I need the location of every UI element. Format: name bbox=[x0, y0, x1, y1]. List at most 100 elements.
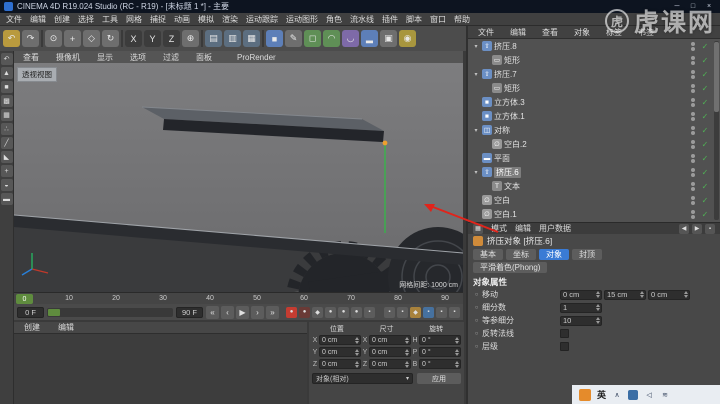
environment-icon[interactable]: ▂ bbox=[361, 30, 378, 47]
size-field[interactable]: 0 cm bbox=[369, 359, 411, 369]
spinner[interactable] bbox=[405, 336, 409, 344]
coordinate-mode-dropdown[interactable]: 对象(相对) ▾ bbox=[312, 373, 413, 384]
menu-item[interactable]: 动画 bbox=[170, 14, 194, 25]
object-row[interactable]: ■ 立方体.1 ✓ bbox=[468, 109, 720, 123]
scrollbar-thumb[interactable] bbox=[714, 42, 719, 112]
spinner[interactable] bbox=[355, 348, 359, 356]
viewport-panel[interactable]: 查看 摄像机 显示 选项 过滤 面板 ProRender 透视视图 网格间距: … bbox=[14, 51, 463, 292]
object-row[interactable]: T 文本 ✓ bbox=[468, 179, 720, 193]
scale-tool-icon[interactable]: ◇ bbox=[83, 30, 100, 47]
menu-item[interactable]: 渲染 bbox=[218, 14, 242, 25]
render-settings-icon[interactable]: ▦ bbox=[243, 30, 260, 47]
mode-grid-icon[interactable]: ▦ bbox=[473, 223, 483, 234]
primitive-cube-icon[interactable]: ■ bbox=[266, 30, 283, 47]
object-name[interactable]: 矩形 bbox=[504, 55, 520, 66]
next-frame-button[interactable]: › bbox=[251, 305, 264, 319]
object-name[interactable]: 挤压.7 bbox=[494, 69, 517, 80]
move-y-field[interactable]: 15 cm bbox=[604, 289, 646, 300]
edges-mode-icon[interactable]: ╱ bbox=[0, 137, 13, 149]
render-picture-viewer-icon[interactable]: ▥ bbox=[224, 30, 241, 47]
workplane-toggle-icon[interactable]: ▪ bbox=[423, 306, 434, 318]
spinner[interactable] bbox=[405, 348, 409, 356]
prev-frame-button[interactable]: ‹ bbox=[221, 305, 234, 319]
object-name[interactable]: 空白.1 bbox=[494, 209, 517, 220]
make-editable-icon[interactable]: ▲ bbox=[0, 67, 13, 79]
anim-dot-icon[interactable]: ○ bbox=[473, 305, 480, 311]
rotate-tool-icon[interactable]: ↻ bbox=[102, 30, 119, 47]
object-manager-menu-item[interactable]: 标签 bbox=[602, 27, 626, 38]
workplane-lock-icon[interactable]: ▬ bbox=[0, 193, 13, 205]
enabled-check-icon[interactable]: ✓ bbox=[700, 154, 710, 163]
snap-mode-icon[interactable]: ◒ bbox=[0, 179, 13, 191]
menu-item[interactable]: 捕捉 bbox=[146, 14, 170, 25]
magnet-snap-icon[interactable]: ◆ bbox=[410, 306, 421, 318]
deformer-icon[interactable]: ◡ bbox=[342, 30, 359, 47]
expander-icon[interactable]: ▾ bbox=[472, 169, 480, 176]
attribute-tab[interactable]: 对象 bbox=[539, 249, 569, 260]
visibility-toggles[interactable] bbox=[691, 167, 695, 177]
object-manager-menu-item[interactable]: 书签 bbox=[634, 27, 658, 38]
size-field[interactable]: 0 cm bbox=[369, 335, 411, 345]
history-back-icon[interactable]: ◀ bbox=[679, 223, 689, 234]
object-row[interactable]: ▭ 矩形 ✓ bbox=[468, 81, 720, 95]
menu-item[interactable]: 网格 bbox=[122, 14, 146, 25]
separator[interactable] bbox=[41, 30, 43, 47]
object-name[interactable]: 矩形 bbox=[504, 83, 520, 94]
notification-icon[interactable] bbox=[628, 389, 639, 400]
menu-item[interactable]: 帮助 bbox=[450, 14, 474, 25]
visibility-toggles[interactable] bbox=[691, 83, 695, 93]
quantize-icon[interactable]: ▪ bbox=[436, 306, 447, 318]
x-axis-lock-icon[interactable]: X bbox=[125, 30, 142, 47]
rotation-field[interactable]: 0 ° bbox=[419, 359, 461, 369]
volume-icon[interactable]: ◁ bbox=[644, 390, 654, 400]
spinner[interactable] bbox=[455, 348, 459, 356]
play-button[interactable]: ▶ bbox=[236, 305, 249, 319]
enabled-check-icon[interactable]: ✓ bbox=[700, 42, 710, 51]
attribute-tab[interactable]: 坐标 bbox=[506, 249, 536, 260]
menu-item[interactable]: 窗口 bbox=[426, 14, 450, 25]
expander-icon[interactable]: ▾ bbox=[472, 43, 480, 50]
timeline-playhead[interactable]: 0 bbox=[16, 294, 33, 304]
generator-icon[interactable]: ◠ bbox=[323, 30, 340, 47]
visibility-toggles[interactable] bbox=[691, 55, 695, 65]
object-row[interactable]: ▾ ⇧ 挤压.8 ✓ bbox=[468, 39, 720, 53]
object-name[interactable]: 文本 bbox=[504, 181, 520, 192]
points-mode-icon[interactable]: ∴ bbox=[0, 123, 13, 135]
enable-axis-icon[interactable]: + bbox=[0, 165, 13, 177]
object-row[interactable]: ▬ 平面 ✓ bbox=[468, 151, 720, 165]
render-view-icon[interactable]: ▤ bbox=[205, 30, 222, 47]
visibility-toggles[interactable] bbox=[691, 153, 695, 163]
menu-item[interactable]: 创建 bbox=[50, 14, 74, 25]
record-keyframe-icon[interactable]: ● bbox=[286, 306, 297, 318]
object-row[interactable]: ▾ ⇧ 挤压.7 ✓ bbox=[468, 67, 720, 81]
move-x-field[interactable]: 0 cm bbox=[560, 289, 602, 300]
network-icon[interactable]: ≋ bbox=[660, 390, 670, 400]
rotation-field[interactable]: 0 ° bbox=[419, 347, 461, 357]
playback-mode-icon[interactable]: ▪ bbox=[384, 306, 395, 318]
viewport-menu-item[interactable]: 选项 bbox=[126, 52, 150, 63]
menu-item[interactable]: 插件 bbox=[378, 14, 402, 25]
menu-item[interactable]: 脚本 bbox=[402, 14, 426, 25]
enabled-check-icon[interactable]: ✓ bbox=[700, 70, 710, 79]
anim-dot-icon[interactable]: ○ bbox=[473, 318, 480, 324]
object-name[interactable]: 挤压.8 bbox=[494, 41, 517, 52]
expander-icon[interactable]: ▾ bbox=[472, 71, 480, 78]
range-slider-thumb[interactable] bbox=[48, 308, 60, 316]
attribute-tab[interactable]: 封顶 bbox=[572, 249, 602, 260]
redo-icon[interactable]: ↷ bbox=[22, 30, 39, 47]
object-row[interactable]: ∅ 空白 ✓ bbox=[468, 193, 720, 207]
record-scale-icon[interactable]: ● bbox=[338, 306, 349, 318]
viewport-menu-item[interactable]: 查看 bbox=[19, 52, 43, 63]
model-mode-icon[interactable]: ■ bbox=[0, 81, 13, 93]
spinner[interactable] bbox=[455, 360, 459, 368]
spinner[interactable] bbox=[355, 336, 359, 344]
object-name[interactable]: 立方体.1 bbox=[494, 111, 525, 122]
menu-item[interactable]: 文件 bbox=[2, 14, 26, 25]
enabled-check-icon[interactable]: ✓ bbox=[700, 56, 710, 65]
z-axis-lock-icon[interactable]: Z bbox=[163, 30, 180, 47]
hierarchy-checkbox[interactable] bbox=[560, 342, 569, 351]
move-tool-icon[interactable]: + bbox=[64, 30, 81, 47]
move-z-field[interactable]: 0 cm bbox=[648, 289, 690, 300]
keyframe-selection-icon[interactable]: ◆ bbox=[312, 306, 323, 318]
spline-pen-icon[interactable]: ✎ bbox=[285, 30, 302, 47]
